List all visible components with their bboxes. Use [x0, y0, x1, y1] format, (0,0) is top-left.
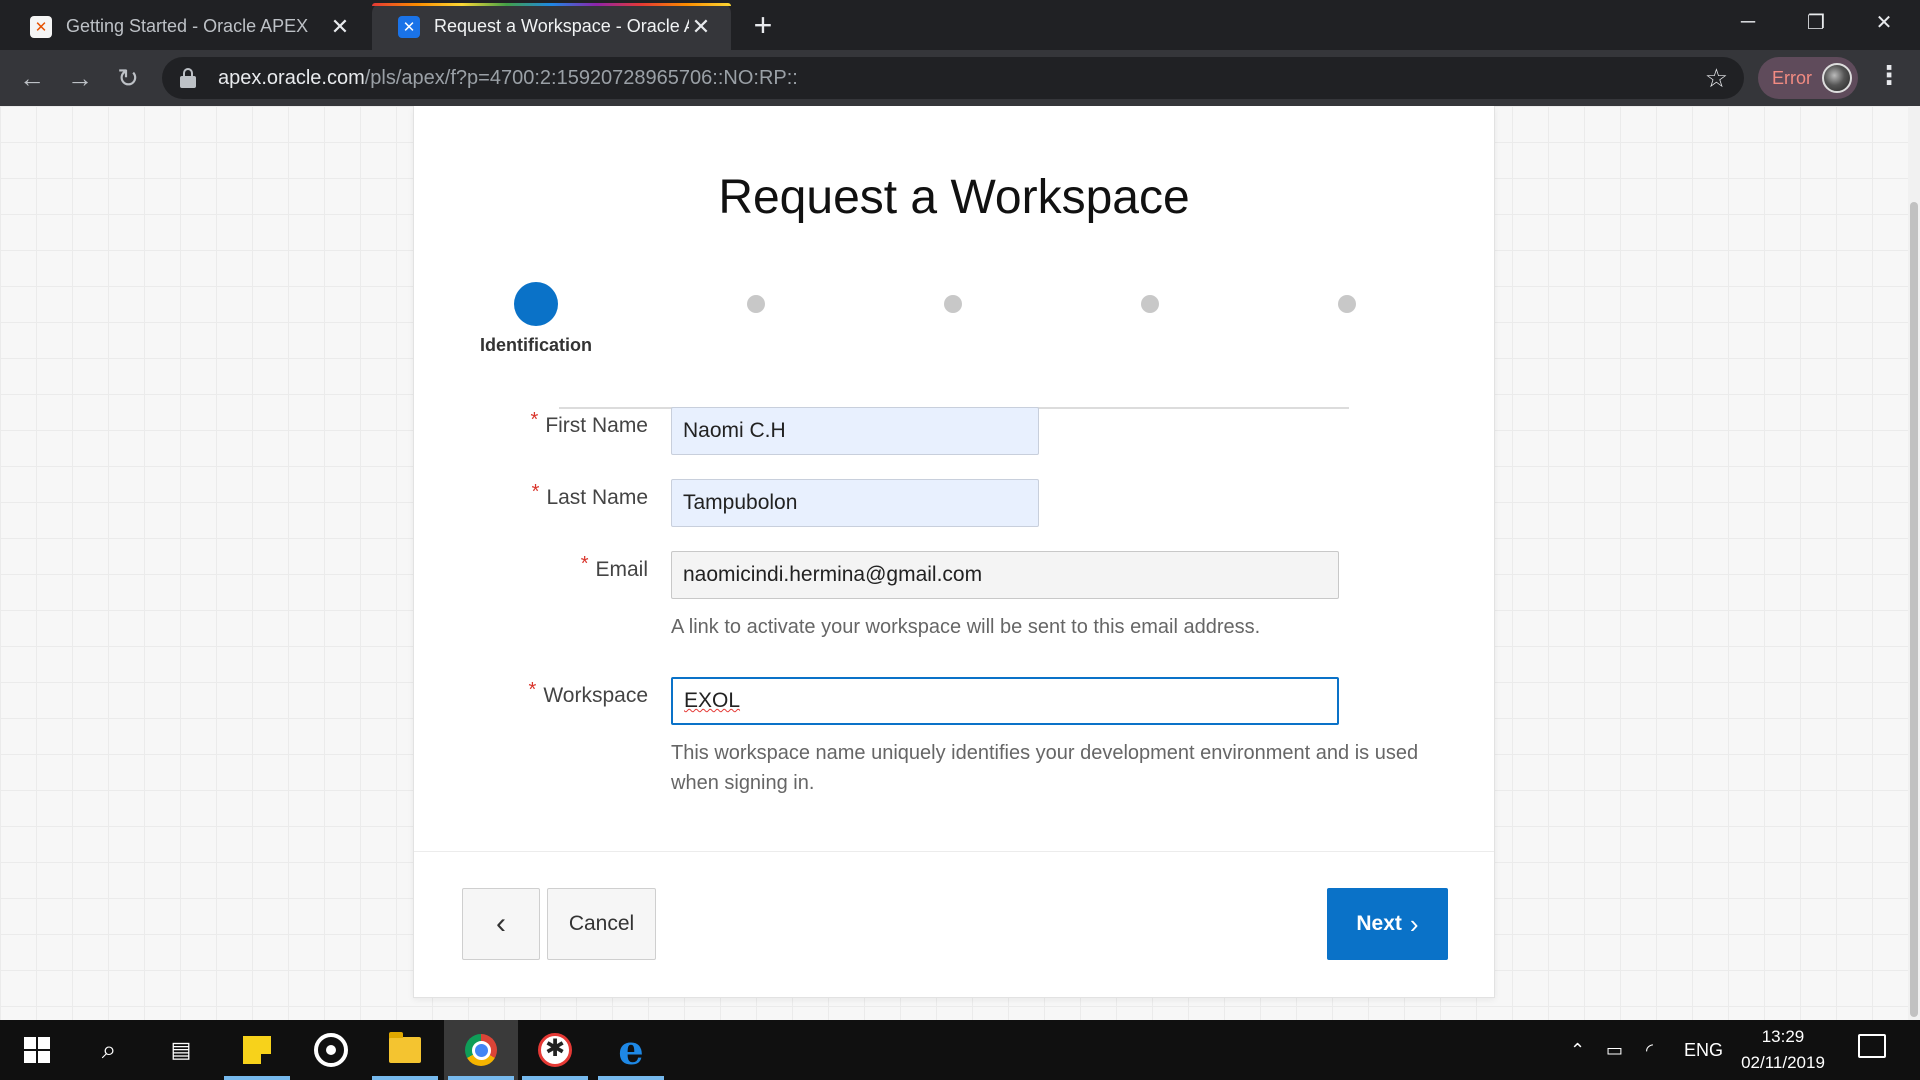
step-4-dot [1141, 295, 1159, 313]
browser-toolbar: ← → ↻ apex.oracle.com/pls/apex/f?p=4700:… [0, 50, 1920, 106]
workspace-value: EXOL [684, 689, 741, 712]
last-name-field[interactable]: Tampubolon [671, 479, 1039, 527]
reload-button[interactable]: ↻ [108, 58, 148, 98]
url-host: apex.oracle.com [218, 66, 365, 89]
url-text[interactable]: apex.oracle.com/pls/apex/f?p=4700:2:1592… [218, 67, 798, 90]
email-field[interactable]: naomicindi.hermina@gmail.com [671, 551, 1339, 599]
spider-web-icon [538, 1033, 572, 1067]
restore-button[interactable]: ❐ [1782, 0, 1850, 44]
lock-icon[interactable] [180, 68, 196, 88]
taskbar-sticky-notes[interactable] [220, 1020, 294, 1080]
groove-music-icon [314, 1033, 348, 1067]
address-bar[interactable]: apex.oracle.com/pls/apex/f?p=4700:2:1592… [162, 57, 1744, 99]
tab-active-indicator [372, 3, 731, 6]
task-view-button[interactable]: ▤ [144, 1020, 218, 1080]
wifi-icon[interactable]: ◜ [1646, 1020, 1653, 1080]
back-button[interactable]: ← [12, 58, 52, 98]
task-view-icon: ▤ [170, 1037, 192, 1062]
workspace-field[interactable]: EXOL [671, 677, 1339, 725]
action-center-icon[interactable] [1858, 1034, 1886, 1058]
new-tab-button[interactable]: + [748, 8, 778, 42]
workspace-help-text: This workspace name uniquely identifies … [671, 742, 1419, 794]
browser-tab-strip: ✕ Getting Started - Oracle APEX ✕ ✕ Requ… [0, 0, 1920, 50]
required-asterisk: * [580, 553, 589, 575]
system-clock[interactable]: 13:29 02/11/2019 [1728, 1024, 1838, 1076]
step-1-dot [514, 282, 558, 326]
next-button[interactable]: Next › [1327, 888, 1448, 960]
tab-title: Request a Workspace - Oracle Ap [434, 16, 689, 36]
tray-chevron-icon[interactable]: ⌃ [1570, 1020, 1585, 1080]
page-viewport: Request a Workspace Identification * Firs… [0, 106, 1920, 1020]
start-button[interactable] [0, 1020, 74, 1080]
tab-title: Getting Started - Oracle APEX [66, 16, 309, 36]
scrollbar-thumb[interactable] [1910, 202, 1918, 1017]
forward-button[interactable]: → [60, 58, 100, 98]
window-close-button[interactable]: ✕ [1850, 0, 1918, 44]
taskbar-file-explorer[interactable] [368, 1020, 442, 1080]
sticky-notes-icon [243, 1036, 271, 1064]
first-name-field[interactable]: Naomi C.H [671, 407, 1039, 455]
last-name-label: * Last Name [531, 481, 648, 509]
avatar [1822, 63, 1852, 93]
clock-time: 13:29 [1761, 1027, 1805, 1046]
taskbar-chrome[interactable] [444, 1020, 518, 1080]
first-name-label: * First Name [530, 409, 648, 437]
chevron-right-icon: › [1409, 908, 1419, 939]
wizard-card: Request a Workspace Identification * Firs… [413, 106, 1495, 998]
required-asterisk: * [531, 481, 540, 503]
close-icon[interactable]: ✕ [328, 14, 352, 40]
url-path: /pls/apex/f?p=4700:2:15920728965706::NO:… [364, 66, 798, 89]
windows-taskbar: ⌕ ▤ e ⌃ ▭ ◜ ENG 13:29 02/11/2019 [0, 1020, 1920, 1080]
clock-date: 02/11/2019 [1741, 1053, 1825, 1072]
apex-icon: ✕ [398, 15, 420, 38]
tab-request-workspace[interactable]: ✕ Request a Workspace - Oracle Ap ✕ [372, 3, 731, 50]
page-scrollbar[interactable] [1908, 106, 1920, 1020]
step-2-dot [747, 295, 765, 313]
taskbar-groove-music[interactable] [294, 1020, 368, 1080]
step-label-identification: Identification [480, 335, 592, 355]
taskbar-webcam-app[interactable] [518, 1020, 592, 1080]
next-label: Next [1356, 912, 1402, 935]
windows-logo-icon [24, 1037, 50, 1063]
workspace-label: * Workspace [528, 679, 648, 707]
profile-status: Error [1772, 67, 1812, 88]
battery-icon[interactable]: ▭ [1606, 1020, 1623, 1080]
page-title: Request a Workspace [718, 171, 1190, 224]
edge-icon: e [618, 1026, 644, 1074]
search-icon: ⌕ [101, 1034, 117, 1064]
card-divider [414, 851, 1494, 852]
chrome-icon [465, 1034, 497, 1066]
minimize-button[interactable]: ─ [1714, 0, 1782, 44]
search-button[interactable]: ⌕ [72, 1020, 146, 1080]
previous-button[interactable]: ‹ [462, 888, 540, 960]
bookmark-star-icon[interactable]: ☆ [1705, 63, 1728, 94]
required-asterisk: * [528, 679, 537, 701]
chevron-left-icon: ‹ [496, 907, 506, 940]
folder-icon [389, 1032, 421, 1063]
taskbar-edge[interactable]: e [594, 1020, 668, 1080]
cancel-button[interactable]: Cancel [547, 888, 656, 960]
email-label: * Email [580, 553, 648, 581]
tab-getting-started[interactable]: ✕ Getting Started - Oracle APEX ✕ [4, 3, 370, 50]
step-5-dot [1338, 295, 1356, 313]
close-icon[interactable]: ✕ [689, 14, 713, 40]
browser-menu-icon[interactable]: ⋮ [1874, 60, 1904, 91]
profile-button[interactable]: Error [1758, 57, 1858, 99]
email-help-text: A link to activate your workspace will b… [671, 616, 1261, 638]
language-indicator[interactable]: ENG [1684, 1020, 1723, 1080]
step-3-dot [944, 295, 962, 313]
apex-icon: ✕ [30, 15, 52, 38]
required-asterisk: * [530, 409, 539, 431]
